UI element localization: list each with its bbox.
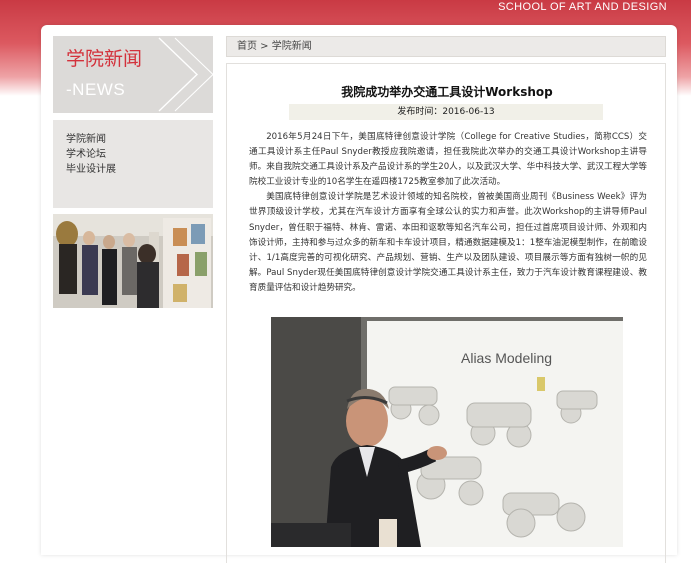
sidebar-photo <box>53 214 213 308</box>
school-name: SCHOOL OF ART AND DESIGN <box>498 1 667 13</box>
sidebar-item-graduation-show[interactable]: 毕业设计展 <box>66 162 213 177</box>
article-photo: Alias Modeling <box>271 317 623 547</box>
sidebar-item-news[interactable]: 学院新闻 <box>66 132 213 147</box>
article-body: 2016年5月24日下午，美国底特律创意设计学院（College for Cre… <box>249 130 647 296</box>
sidebar-nav: 学院新闻 学术论坛 毕业设计展 <box>53 120 213 208</box>
sidebar-item-forum[interactable]: 学术论坛 <box>66 147 213 162</box>
breadcrumb-current[interactable]: 学院新闻 <box>272 41 312 52</box>
slide-heading: Alias Modeling <box>461 350 552 366</box>
section-title-cn: 学院新闻 <box>66 48 143 70</box>
chevron-right-icon <box>158 37 213 112</box>
article-paragraph: 美国底特律创意设计学院是艺术设计领域的知名院校，曾被美国商业周刊《Busines… <box>249 192 647 293</box>
section-title-box: 学院新闻 -NEWS <box>53 36 213 113</box>
publish-date: 发布时间：2016-06-13 <box>289 104 603 120</box>
breadcrumb-separator: > <box>257 41 272 52</box>
section-title-en: -NEWS <box>66 80 126 99</box>
article: 我院成功举办交通工具设计Workshop 发布时间：2016-06-13 201… <box>226 63 666 563</box>
article-paragraph: 2016年5月24日下午，美国底特律创意设计学院（College for Cre… <box>249 132 647 188</box>
breadcrumb-home[interactable]: 首页 <box>237 41 257 52</box>
content-panel: 学院新闻 -NEWS 学院新闻 学术论坛 毕业设计展 首页 > 学院新闻 我院成… <box>41 25 677 563</box>
article-title: 我院成功举办交通工具设计Workshop <box>341 85 553 99</box>
breadcrumb: 首页 > 学院新闻 <box>226 36 666 57</box>
